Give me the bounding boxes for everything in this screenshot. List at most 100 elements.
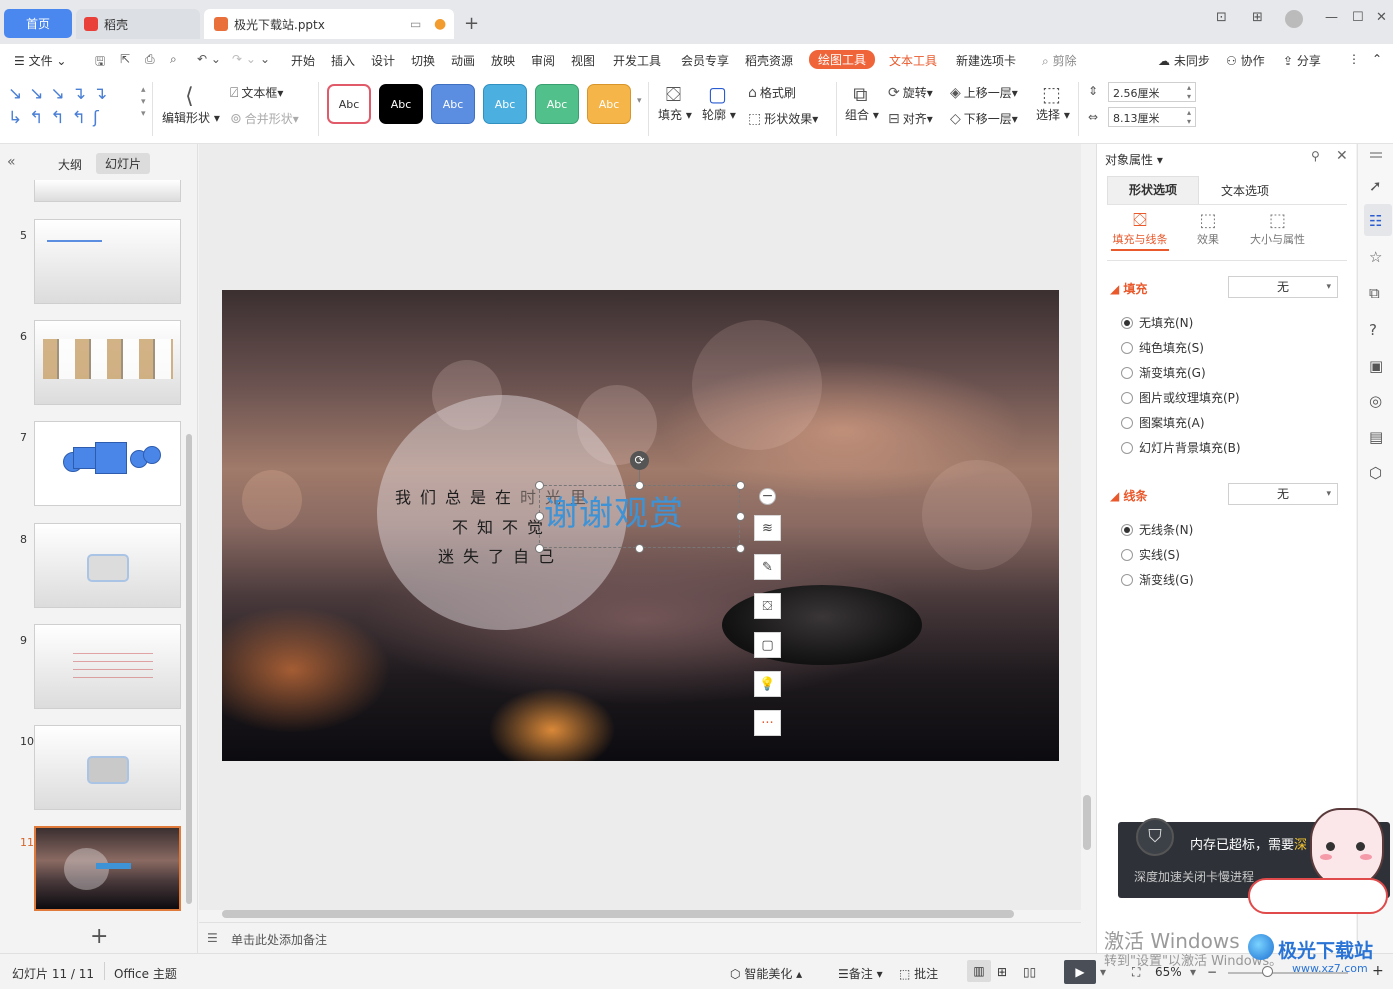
bring-forward-button[interactable]: ◈ 上移一层 ▾	[950, 84, 1018, 101]
slides-icon[interactable]: ⧉	[1369, 284, 1380, 302]
menu-file[interactable]: ☰ 文件 ⌄	[14, 52, 66, 69]
search-box[interactable]: ⌕ 剪除	[1042, 52, 1077, 69]
width-spinner-icon[interactable]: ▴ ▾	[1187, 108, 1191, 126]
new-tab-button[interactable]: +	[464, 13, 479, 34]
menu-tab-start[interactable]: 开始	[291, 52, 315, 69]
subtab-size[interactable]: ⬚ 大小与属性	[1250, 210, 1305, 247]
collapse-panel-icon[interactable]: «	[7, 154, 16, 170]
resize-handle-se[interactable]	[736, 544, 745, 553]
radio-no-fill[interactable]: 无填充(N)	[1121, 314, 1193, 331]
height-spinner-icon[interactable]: ▴ ▾	[1187, 83, 1191, 101]
theme-name[interactable]: Office 主题	[114, 965, 177, 982]
line-section-title[interactable]: ◢ 线条	[1110, 487, 1147, 504]
tab-outline[interactable]: 大纲	[58, 156, 82, 173]
slide-thumbnail-5[interactable]	[34, 219, 181, 304]
share-button[interactable]: ⇪ 分享	[1283, 52, 1321, 69]
close-panel-icon[interactable]: ✕	[1336, 148, 1348, 164]
canvas-vertical-scrollbar[interactable]	[1083, 150, 1091, 910]
menu-tab-view[interactable]: 视图	[571, 52, 595, 69]
book-icon[interactable]: ▤	[1369, 428, 1383, 446]
add-slide-button[interactable]: +	[90, 924, 108, 949]
brush-icon[interactable]: ✎	[754, 554, 781, 580]
reading-view-icon[interactable]: ▯▯	[1023, 965, 1036, 979]
group-button[interactable]: ⧉ 组合 ▾	[845, 82, 879, 123]
tab-docer[interactable]: 稻壳	[76, 9, 200, 39]
shape-style-2[interactable]: Abc	[379, 84, 423, 124]
format-painter-button[interactable]: ⌂ 格式刷	[748, 84, 796, 101]
menu-tab-animation[interactable]: 动画	[451, 52, 475, 69]
zoom-in-icon[interactable]: +	[1372, 963, 1384, 979]
star-icon[interactable]: ☆	[1369, 248, 1382, 266]
collab-button[interactable]: ⚇ 协作	[1226, 52, 1265, 69]
avatar[interactable]	[1285, 10, 1303, 28]
tab-home[interactable]: 首页	[4, 9, 72, 38]
notes-toggle-button[interactable]: ☰备注 ▾	[838, 965, 883, 982]
maximize-icon[interactable]: ☐	[1352, 10, 1364, 25]
shape-effect-button[interactable]: ⬚ 形状效果 ▾	[748, 110, 818, 127]
minimize-icon[interactable]: —	[1325, 10, 1338, 25]
slide-thumbnail-8[interactable]	[34, 523, 181, 608]
collapse-toolbar-icon[interactable]: −	[759, 488, 776, 505]
align-button[interactable]: ⊟ 对齐 ▾	[888, 110, 933, 127]
radio-solid-fill[interactable]: 纯色填充(S)	[1121, 339, 1204, 356]
menu-tab-insert[interactable]: 插入	[331, 52, 355, 69]
radio-slide-bg-fill[interactable]: 幻灯片背景填充(B)	[1121, 439, 1241, 456]
menu-tab-design[interactable]: 设计	[371, 52, 395, 69]
tab-slides[interactable]: 幻灯片	[96, 153, 151, 174]
menu-tab-docer-resources[interactable]: 稻壳资源	[745, 52, 793, 69]
outline-float-icon[interactable]: ▢	[754, 632, 781, 658]
resize-handle-sw[interactable]	[535, 544, 544, 553]
slide-thumbnail-9[interactable]	[34, 624, 181, 709]
slide-thumbnail-7[interactable]	[34, 421, 181, 506]
rotate-handle-icon[interactable]: ⟳	[630, 451, 649, 470]
line-shapes-gallery[interactable]: ↘↘↘↴↴ ↳↰↰↰ʃ	[8, 82, 148, 132]
merge-shape-button[interactable]: ⊚ 合并形状 ▾	[230, 110, 299, 127]
style-gallery-more-icon[interactable]: ▾	[637, 96, 642, 106]
radio-no-line[interactable]: 无线条(N)	[1121, 521, 1193, 538]
cube-icon[interactable]: ⬡	[1369, 464, 1382, 482]
preview-icon[interactable]: ⌕	[170, 52, 177, 67]
resize-handle-w[interactable]	[535, 512, 544, 521]
radio-picture-fill[interactable]: 图片或纹理填充(P)	[1121, 389, 1240, 406]
mascot-image[interactable]	[1310, 808, 1384, 888]
radio-solid-line[interactable]: 实线(S)	[1121, 546, 1180, 563]
undo-icon[interactable]: ↶ ⌄	[197, 52, 221, 66]
gallery-scroll-icon[interactable]: ▴ ▾ ▾	[141, 84, 146, 120]
resize-handle-s[interactable]	[635, 544, 644, 553]
rotate-button[interactable]: ⟳ 旋转 ▾	[888, 84, 933, 101]
close-window-icon[interactable]: ✕	[1376, 10, 1387, 25]
resize-handle-e[interactable]	[736, 512, 745, 521]
resize-handle-n[interactable]	[635, 481, 644, 490]
fill-button[interactable]: ⛋ 填充 ▾	[658, 82, 692, 123]
more-options-icon[interactable]: ···	[754, 710, 781, 736]
radio-pattern-fill[interactable]: 图案填充(A)	[1121, 414, 1205, 431]
sync-button[interactable]: ☁ 未同步	[1158, 52, 1210, 69]
slide-thumbnail-6[interactable]	[34, 320, 181, 405]
tab-shape-options[interactable]: 形状选项	[1107, 176, 1199, 204]
width-input[interactable]: 8.13厘米 ▴ ▾	[1108, 107, 1196, 127]
export-icon[interactable]: ⇱	[120, 52, 130, 66]
menu-tab-transition[interactable]: 切换	[411, 52, 435, 69]
tab-document[interactable]: 极光下载站.pptx ▭ ●	[204, 9, 454, 39]
menu-tab-developer[interactable]: 开发工具	[613, 52, 661, 69]
notes-bar[interactable]: ☰ 单击此处添加备注	[199, 922, 1081, 953]
tab-text-options[interactable]: 文本选项	[1221, 182, 1269, 199]
menu-tab-text-tools[interactable]: 文本工具	[889, 52, 937, 69]
rocket-icon[interactable]: ➚	[1369, 177, 1382, 195]
fill-section-title[interactable]: ◢ 填充	[1110, 280, 1147, 297]
lightbulb-icon[interactable]: 💡	[754, 671, 781, 697]
panel-scrollbar[interactable]	[186, 434, 192, 904]
properties-icon[interactable]: ☷	[1369, 212, 1382, 230]
quick-access-more-icon[interactable]: ⌄	[260, 52, 270, 66]
edit-shape-button[interactable]: ⟨ 编辑形状 ▾	[162, 84, 220, 126]
fill-float-icon[interactable]: ⛋	[754, 593, 781, 619]
canvas-horizontal-scrollbar[interactable]	[222, 910, 1014, 918]
outline-button[interactable]: ▢ 轮廓 ▾	[702, 82, 736, 123]
sorter-view-icon[interactable]: ⊞	[997, 965, 1007, 979]
comments-button[interactable]: ⬚ 批注	[899, 965, 938, 982]
slide-thumbnail-4[interactable]	[34, 180, 181, 202]
shape-style-6[interactable]: Abc	[587, 84, 631, 124]
subtab-fill-line[interactable]: ⛋ 填充与线条	[1111, 210, 1169, 251]
resize-handle-ne[interactable]	[736, 481, 745, 490]
shape-style-3[interactable]: Abc	[431, 84, 475, 124]
